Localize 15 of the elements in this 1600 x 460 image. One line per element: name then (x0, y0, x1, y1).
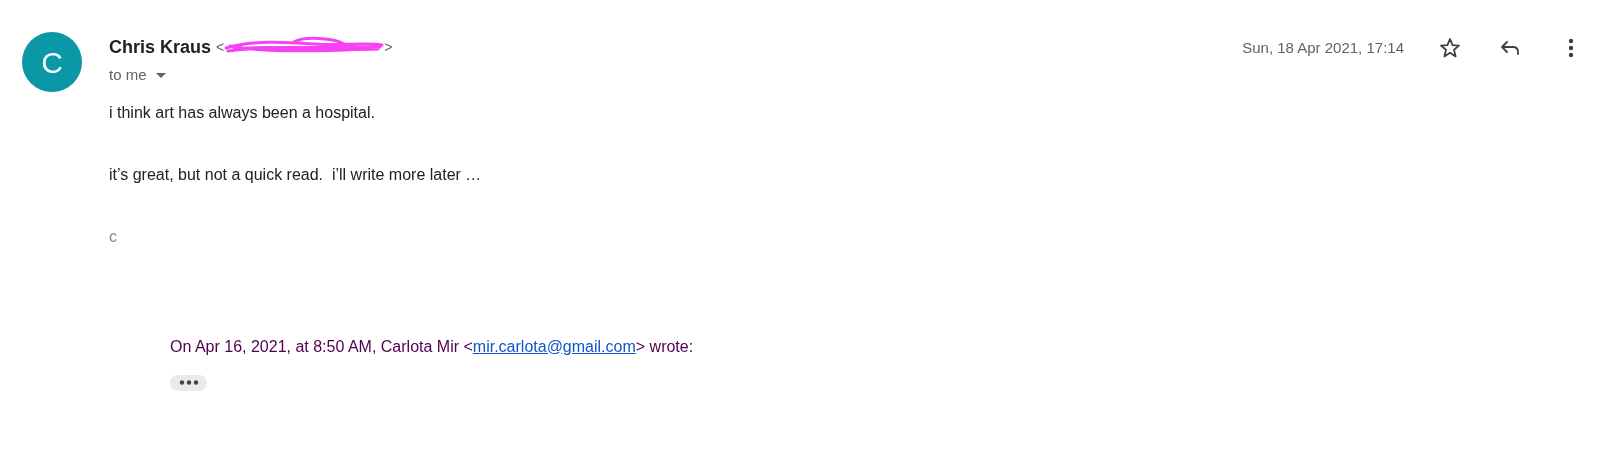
avatar: C (22, 32, 82, 92)
message-date: Sun, 18 Apr 2021, 17:14 (1242, 37, 1404, 58)
dropdown-caret-icon[interactable] (155, 72, 166, 78)
message-paragraph: i think art has always been a hospital. (109, 102, 376, 123)
sender-name: Chris Kraus (109, 35, 212, 59)
sender-email: < > (216, 36, 393, 58)
email-link[interactable]: mir.carlota@gmail.com (472, 337, 636, 355)
show-trimmed-content-button[interactable] (170, 374, 207, 391)
quote-header: On Apr 16, 2021, at 8:50 AM, Carlota Mir <mir.carlota@gmail.com> wrote: (170, 336, 695, 357)
message-paragraph: it’s great, but not a quick read. i’ll write more later … (109, 164, 483, 185)
star-icon[interactable] (1438, 36, 1462, 60)
more-options-icon[interactable] (1568, 38, 1574, 58)
recipient-label: to me (109, 65, 147, 85)
signature: c (109, 226, 118, 247)
ellipsis-icon (178, 380, 199, 385)
